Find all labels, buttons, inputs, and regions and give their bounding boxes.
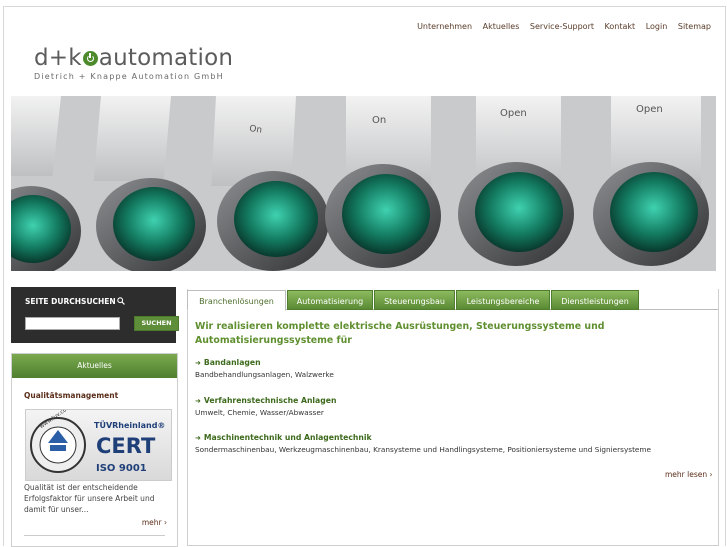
content-headline: Wir realisieren komplette elektrische Au… <box>195 321 605 346</box>
entry-title-text: Maschinentechnik und Anlagentechnik <box>203 433 372 442</box>
logo-text-pre: d+k <box>34 45 82 71</box>
arrow-right-icon: ➜ <box>195 359 201 367</box>
search-title: SEITE DURCHSUCHEN <box>25 297 116 306</box>
news-more-link[interactable]: mehr › <box>142 518 167 527</box>
tuv-cert-logo: www.tuv.com TÜVRheinland® CERT ISO 9001 <box>30 410 165 474</box>
power-icon <box>82 51 98 66</box>
hero-label-2: On <box>372 115 386 126</box>
entry-description: Sondermaschinenbau, Werkzeugmaschinenbau… <box>195 445 652 454</box>
logo-text-post: automation <box>98 45 234 71</box>
news-panel: Aktuelles Qualitätsmanagement www.tuv.co… <box>11 353 178 547</box>
site-search-panel: SEITE DURCHSUCHEN SUCHEN <box>11 287 179 343</box>
nav-aktuelles[interactable]: Aktuelles <box>483 22 520 31</box>
cert-big: CERT <box>96 434 156 458</box>
tab-dienstleistungen[interactable]: Dienstleistungen <box>551 290 639 310</box>
hero-buttons-image: On On Open Open <box>11 96 716 271</box>
entry-bandanlagen-link[interactable]: ➜ Bandanlagen <box>195 358 261 367</box>
arrow-right-icon: ➜ <box>195 434 201 442</box>
nav-service-support[interactable]: Service-Support <box>530 22 594 31</box>
nav-unternehmen[interactable]: Unternehmen <box>417 22 472 31</box>
news-item-text: Qualität ist der entscheidende Erfolgsfa… <box>24 483 155 514</box>
cert-norm: ISO 9001 <box>96 463 147 474</box>
logo-subtitle: Dietrich + Knappe Automation GmbH <box>34 72 224 81</box>
company-logo[interactable]: d+k automation Dietrich + Knappe Automati… <box>34 45 233 81</box>
cert-brand: TÜVRheinland® <box>94 420 165 430</box>
entry-verfahrenstechnik-link[interactable]: ➜ Verfahrenstechnische Anlagen <box>195 396 336 405</box>
tab-automatisierung[interactable]: Automatisierung <box>287 290 373 310</box>
search-input[interactable] <box>25 317 120 330</box>
search-icon <box>117 297 125 305</box>
hero-banner: On On Open Open <box>11 96 716 271</box>
search-button[interactable]: SUCHEN <box>134 316 179 331</box>
news-item-title[interactable]: Qualitätsmanagement <box>24 391 118 400</box>
nav-sitemap[interactable]: Sitemap <box>678 22 711 31</box>
hero-label-1: On <box>249 124 263 136</box>
tuv-certificate-image[interactable]: www.tuv.com TÜVRheinland® CERT ISO 9001 <box>25 409 172 481</box>
entry-description: Umwelt, Chemie, Wasser/Abwasser <box>195 408 324 417</box>
read-more-link[interactable]: mehr lesen › <box>665 470 713 479</box>
tab-branchenloesungen[interactable]: Branchenlösungen <box>187 290 286 311</box>
entry-title-text: Bandanlagen <box>203 358 261 367</box>
entry-description: Bandbehandlungsanlagen, Walzwerke <box>195 370 334 379</box>
entry-title-text: Verfahrenstechnische Anlagen <box>203 396 337 405</box>
news-panel-title[interactable]: Aktuelles <box>12 354 177 378</box>
tab-leistungsbereiche[interactable]: Leistungsbereiche <box>456 290 550 310</box>
arrow-right-icon: ➜ <box>195 397 201 405</box>
entry-maschinentechnik-link[interactable]: ➜ Maschinentechnik und Anlagentechnik <box>195 433 372 442</box>
top-navigation: Unternehmen Aktuelles Service-Support Ko… <box>409 22 711 31</box>
tab-steuerungsbau[interactable]: Steuerungsbau <box>374 290 455 310</box>
hero-label-4: Open <box>636 104 663 115</box>
news-divider <box>24 535 165 536</box>
nav-login[interactable]: Login <box>646 22 668 31</box>
hero-label-3: Open <box>500 108 527 119</box>
nav-kontakt[interactable]: Kontakt <box>605 22 636 31</box>
